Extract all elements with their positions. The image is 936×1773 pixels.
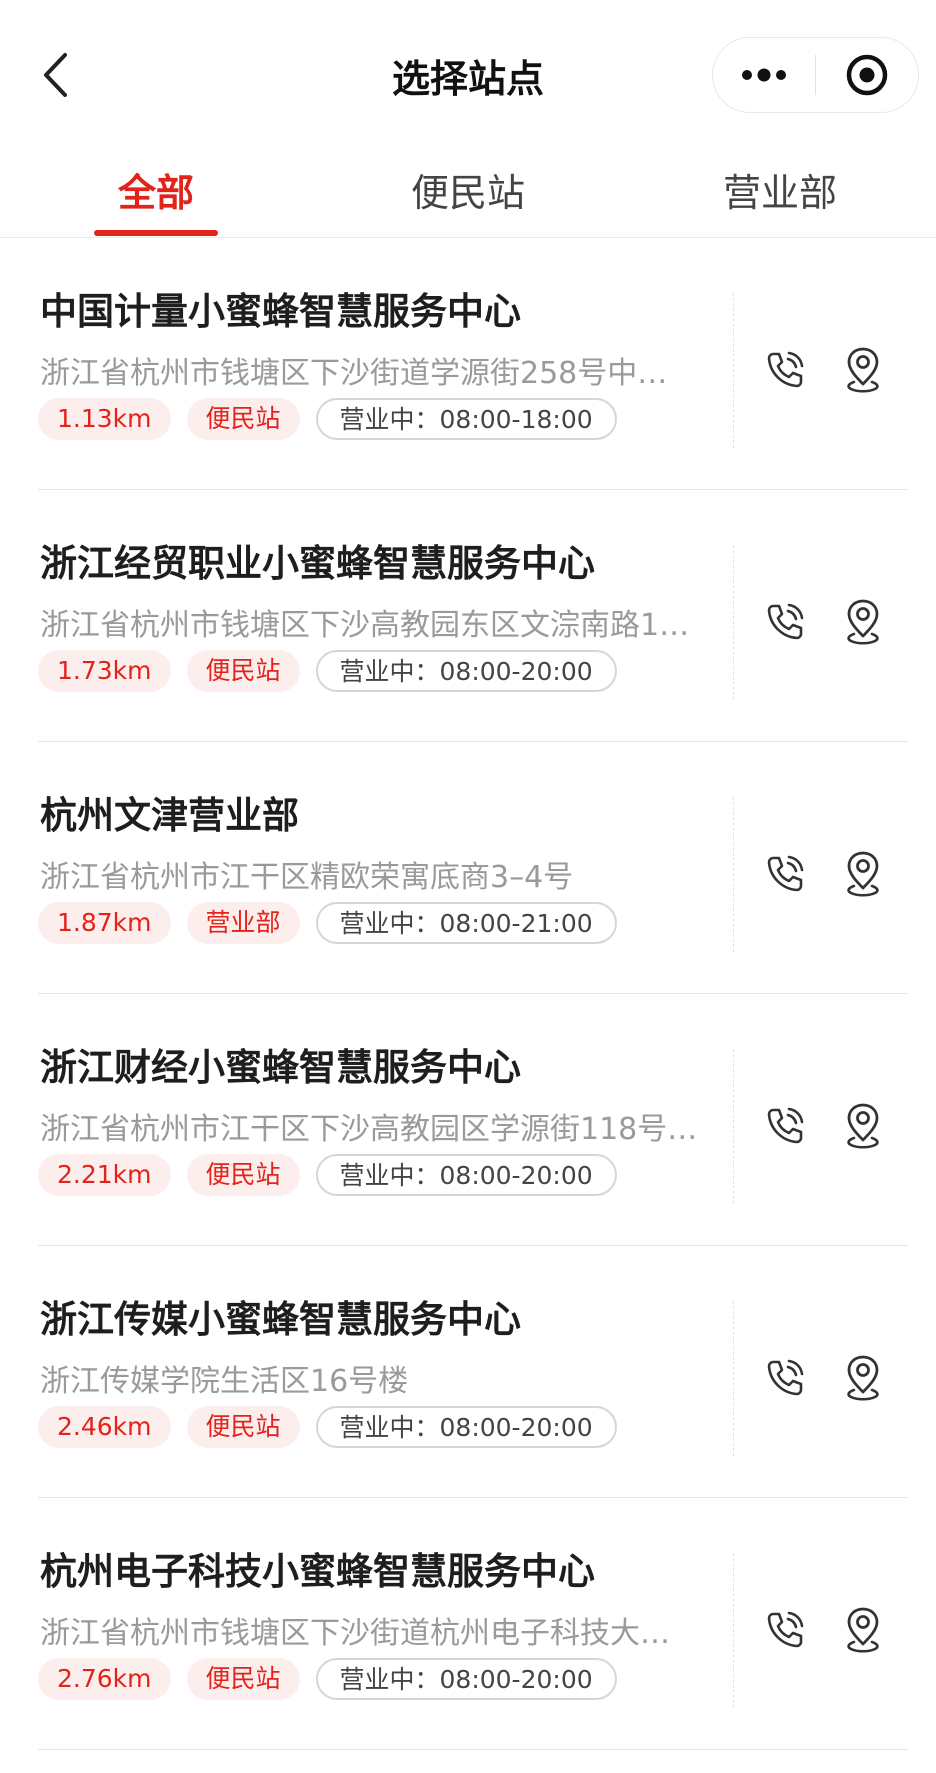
action-divider xyxy=(733,1049,734,1204)
nav-bar: 选择站点 xyxy=(0,0,936,150)
phone-icon xyxy=(767,1107,804,1144)
more-button[interactable] xyxy=(713,38,815,112)
type-badge: 便民站 xyxy=(186,1154,300,1196)
navigate-button[interactable] xyxy=(831,1092,895,1160)
close-mini-program-button[interactable] xyxy=(816,38,918,112)
distance-badge: 1.87km xyxy=(38,902,171,944)
station-name: 杭州电子科技小蜜蜂智慧服务中心 xyxy=(40,1550,595,1593)
more-dots-icon xyxy=(741,68,786,82)
station-name: 中国计量小蜜蜂智慧服务中心 xyxy=(40,290,521,333)
station-address: 浙江传媒学院生活区16号楼 xyxy=(40,1364,409,1399)
call-button[interactable] xyxy=(753,590,817,654)
navigate-button[interactable] xyxy=(831,1596,895,1664)
action-divider xyxy=(733,545,734,700)
action-divider xyxy=(733,1553,734,1708)
type-badge: 便民站 xyxy=(186,1406,300,1448)
station-name: 杭州文津营业部 xyxy=(40,794,299,837)
station-tags: 2.46km 便民站 营业中：08:00-20:00 xyxy=(38,1406,617,1448)
distance-badge: 2.76km xyxy=(38,1658,171,1700)
station-tags: 2.21km 便民站 营业中：08:00-20:00 xyxy=(38,1154,617,1196)
call-button[interactable] xyxy=(753,338,817,402)
hours-badge: 营业中：08:00-20:00 xyxy=(315,1658,617,1700)
location-pin-icon xyxy=(847,599,879,645)
type-badge: 便民站 xyxy=(186,1658,300,1700)
station-card[interactable]: 杭州电子科技小蜜蜂智慧服务中心 浙江省杭州市钱塘区下沙街道杭州电子科技大… 2.… xyxy=(38,1498,908,1750)
tab-all[interactable]: 全部 xyxy=(118,162,194,217)
station-card[interactable]: 浙江财经小蜜蜂智慧服务中心 浙江省杭州市江干区下沙高教园区学源街118号… 2.… xyxy=(38,994,908,1246)
phone-icon xyxy=(767,351,804,388)
tab-convenience-station[interactable]: 便民站 xyxy=(411,162,525,217)
action-divider xyxy=(733,797,734,952)
type-badge: 便民站 xyxy=(186,650,300,692)
call-button[interactable] xyxy=(753,1094,817,1158)
station-card[interactable]: 浙江经贸职业小蜜蜂智慧服务中心 浙江省杭州市钱塘区下沙高教园东区文淙南路1… 1… xyxy=(38,490,908,742)
location-pin-icon xyxy=(847,1355,879,1401)
tab-bar: 全部 便民站 营业部 xyxy=(0,150,936,238)
location-pin-icon xyxy=(847,1103,879,1149)
station-tags: 2.76km 便民站 营业中：08:00-20:00 xyxy=(38,1658,617,1700)
navigate-button[interactable] xyxy=(831,336,895,404)
action-divider xyxy=(733,1301,734,1456)
call-button[interactable] xyxy=(753,842,817,906)
station-card[interactable]: 浙江传媒小蜜蜂智慧服务中心 浙江传媒学院生活区16号楼 2.46km 便民站 营… xyxy=(38,1246,908,1498)
call-button[interactable] xyxy=(753,1346,817,1410)
distance-badge: 1.73km xyxy=(38,650,171,692)
mini-program-capsule xyxy=(712,37,919,113)
station-name: 浙江财经小蜜蜂智慧服务中心 xyxy=(40,1046,521,1089)
station-address: 浙江省杭州市江干区精欧荣寓底商3–4号 xyxy=(40,860,574,895)
tab-business-office[interactable]: 营业部 xyxy=(723,162,837,217)
station-address: 浙江省杭州市江干区下沙高教园区学源街118号… xyxy=(40,1112,698,1147)
phone-icon xyxy=(767,855,804,892)
distance-badge: 2.46km xyxy=(38,1406,171,1448)
location-pin-icon xyxy=(847,1607,879,1653)
station-list: 中国计量小蜜蜂智慧服务中心 浙江省杭州市钱塘区下沙街道学源街258号中… 1.1… xyxy=(0,238,936,1750)
hours-badge: 营业中：08:00-20:00 xyxy=(315,1154,617,1196)
navigate-button[interactable] xyxy=(831,1344,895,1412)
station-name: 浙江传媒小蜜蜂智慧服务中心 xyxy=(40,1298,521,1341)
station-tags: 1.13km 便民站 营业中：08:00-18:00 xyxy=(38,398,617,440)
hours-badge: 营业中：08:00-20:00 xyxy=(315,650,617,692)
location-pin-icon xyxy=(847,851,879,897)
call-button[interactable] xyxy=(753,1598,817,1662)
hours-badge: 营业中：08:00-20:00 xyxy=(315,1406,617,1448)
distance-badge: 2.21km xyxy=(38,1154,171,1196)
target-icon xyxy=(846,54,888,96)
station-tags: 1.73km 便民站 营业中：08:00-20:00 xyxy=(38,650,617,692)
distance-badge: 1.13km xyxy=(38,398,171,440)
location-pin-icon xyxy=(847,347,879,393)
phone-icon xyxy=(767,603,804,640)
navigate-button[interactable] xyxy=(831,588,895,656)
hours-badge: 营业中：08:00-18:00 xyxy=(315,398,617,440)
type-badge: 营业部 xyxy=(186,902,300,944)
station-address: 浙江省杭州市钱塘区下沙街道学源街258号中… xyxy=(40,356,668,391)
action-divider xyxy=(733,293,734,448)
navigate-button[interactable] xyxy=(831,840,895,908)
station-card[interactable]: 杭州文津营业部 浙江省杭州市江干区精欧荣寓底商3–4号 1.87km 营业部 营… xyxy=(38,742,908,994)
station-address: 浙江省杭州市钱塘区下沙街道杭州电子科技大… xyxy=(40,1616,670,1651)
hours-badge: 营业中：08:00-21:00 xyxy=(315,902,617,944)
phone-icon xyxy=(767,1359,804,1396)
phone-icon xyxy=(767,1611,804,1648)
station-address: 浙江省杭州市钱塘区下沙高教园东区文淙南路1… xyxy=(40,608,690,643)
type-badge: 便民站 xyxy=(186,398,300,440)
station-name: 浙江经贸职业小蜜蜂智慧服务中心 xyxy=(40,542,595,585)
station-card[interactable]: 中国计量小蜜蜂智慧服务中心 浙江省杭州市钱塘区下沙街道学源街258号中… 1.1… xyxy=(38,238,908,490)
station-tags: 1.87km 营业部 营业中：08:00-21:00 xyxy=(38,902,617,944)
active-tab-indicator xyxy=(94,230,218,236)
